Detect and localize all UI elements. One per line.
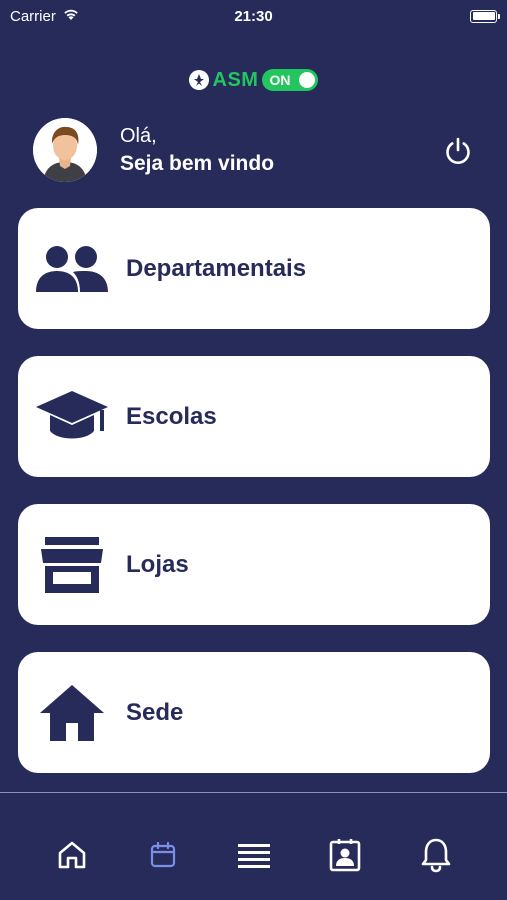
greeting-welcome: Seja bem vindo — [120, 151, 275, 175]
avatar — [33, 118, 97, 182]
wifi-icon — [62, 7, 80, 25]
graduation-cap-icon — [34, 387, 110, 447]
greeting-section: Olá, Seja bem vindo — [33, 118, 483, 182]
toggle-knob — [299, 72, 316, 88]
tab-contact[interactable] — [323, 833, 367, 877]
menu-item-label: Lojas — [126, 550, 189, 578]
tab-calendar[interactable] — [141, 833, 185, 877]
home-icon — [34, 683, 110, 743]
bell-icon — [421, 838, 450, 873]
contact-card-icon — [329, 839, 360, 872]
brand-toggle-label: ON — [269, 72, 291, 88]
tab-bar — [0, 792, 507, 900]
menu-item-lojas[interactable]: Lojas — [18, 504, 490, 625]
power-icon — [446, 137, 470, 165]
users-icon — [34, 239, 110, 299]
status-left: Carrier — [10, 7, 80, 25]
menu-item-escolas[interactable]: Escolas — [18, 356, 490, 477]
battery-level — [472, 12, 495, 20]
brand-header: ASM ON — [0, 66, 507, 94]
menu-item-label: Departamentais — [126, 254, 307, 282]
user-avatar-icon — [33, 118, 97, 182]
store-icon — [34, 535, 110, 595]
greeting-hello: Olá, — [120, 124, 157, 147]
status-bar: Carrier 21:30 — [0, 0, 507, 32]
tab-notifications[interactable] — [414, 833, 458, 877]
home-outline-icon — [58, 841, 85, 869]
carrier-label: Carrier — [10, 7, 56, 25]
menu-item-departamentais[interactable]: Departamentais — [18, 208, 490, 329]
tab-list[interactable] — [232, 833, 276, 877]
battery-icon — [470, 9, 500, 23]
menu-item-label: Escolas — [126, 402, 217, 430]
brand-logo-icon — [188, 70, 209, 90]
tab-home[interactable] — [50, 833, 94, 877]
menu-item-label: Sede — [126, 698, 184, 726]
greeting-text: Olá, Seja bem vindo — [120, 125, 274, 176]
brand-name: ASM — [212, 68, 259, 91]
menu-list: Departamentais Escolas Lojas Sede — [18, 208, 490, 800]
menu-item-sede[interactable]: Sede — [18, 652, 490, 773]
calendar-icon — [150, 841, 175, 868]
brand-toggle: ON — [262, 69, 319, 91]
list-icon — [237, 844, 270, 868]
logout-button[interactable] — [441, 134, 475, 168]
